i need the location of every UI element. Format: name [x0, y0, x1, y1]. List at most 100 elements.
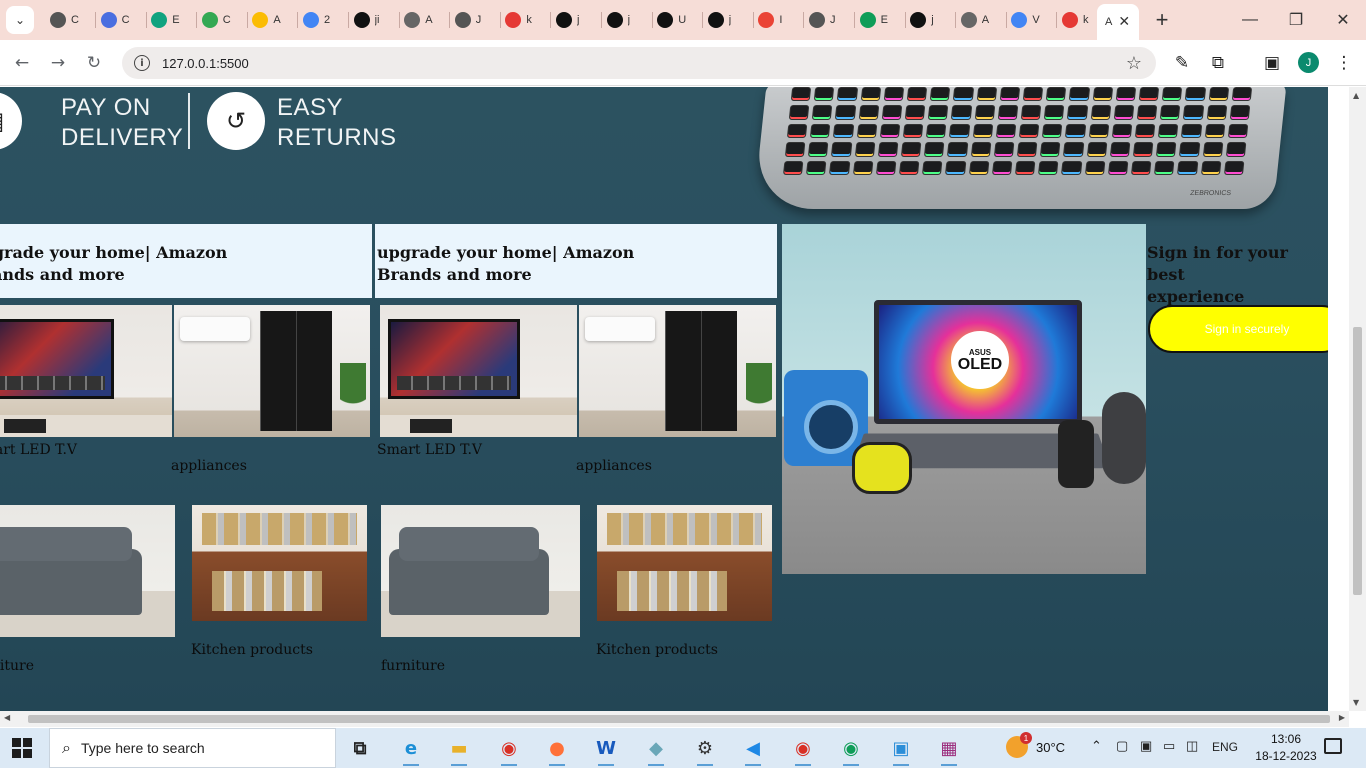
page-viewport: ▤ PAY ON DELIVERY ↺ EASY RETURNS ZEBRONI… [0, 87, 1328, 711]
new-tab-button[interactable]: + [1150, 7, 1174, 32]
scroll-left-icon[interactable]: ◀ [4, 713, 10, 722]
appliances-image[interactable] [174, 305, 370, 437]
network-icon[interactable]: ▣ [1140, 738, 1152, 754]
furniture-image[interactable] [381, 505, 580, 637]
tab-title: 2 [324, 14, 331, 26]
product-label[interactable]: Kitchen products [191, 642, 313, 658]
edge-icon[interactable]: e [396, 734, 426, 766]
scroll-up-icon[interactable]: ▲ [1353, 91, 1359, 100]
tab[interactable]: j [552, 8, 602, 32]
vertical-scrollbar[interactable]: ▲ ▼ [1349, 87, 1366, 711]
product-label[interactable]: furniture [0, 658, 34, 674]
tab[interactable]: k [501, 8, 552, 32]
tab-title: A [273, 14, 281, 26]
chrome-profile-1-icon[interactable]: ◉ [788, 734, 818, 766]
horizontal-scrollbar-thumb[interactable] [28, 715, 1330, 723]
reload-button[interactable]: ↻ [82, 51, 106, 75]
menu-icon[interactable]: ⋮ [1332, 51, 1356, 75]
firefox-icon[interactable]: ● [542, 734, 572, 766]
tab[interactable]: j [603, 8, 653, 32]
fitness-band-image [1058, 420, 1094, 488]
tab[interactable]: A [248, 8, 299, 32]
winrar-icon[interactable]: ▦ [934, 734, 964, 766]
tab[interactable]: V [1007, 8, 1058, 32]
tab[interactable]: j [906, 8, 957, 32]
tab[interactable]: E [147, 8, 198, 32]
info-icon[interactable]: i [134, 55, 150, 71]
tab[interactable]: J [805, 8, 855, 32]
product-label[interactable]: furniture [381, 658, 445, 674]
tab[interactable]: ji [350, 8, 400, 32]
chevron-up-icon[interactable]: ⌃ [1091, 738, 1102, 754]
tab[interactable]: A [957, 8, 1007, 32]
keyboard-brand: ZEBRONICS [1189, 190, 1232, 197]
scroll-down-icon[interactable]: ▼ [1353, 698, 1359, 707]
address-bar[interactable]: i 127.0.0.1:5500 ☆ [122, 47, 1156, 79]
weather-widget[interactable]: 1 30°C [1006, 732, 1065, 758]
chat-icon [252, 12, 269, 28]
photos-icon[interactable]: ▣ [886, 734, 916, 766]
tab[interactable]: J [451, 8, 501, 32]
task-view-icon[interactable]: ⧉ [345, 734, 375, 762]
chrome-profile-2-icon[interactable]: ◉ [836, 734, 866, 766]
product-label[interactable]: appliances [171, 458, 247, 474]
close-icon[interactable]: ✕ [1118, 14, 1130, 30]
settings-icon[interactable]: ⚙ [690, 734, 720, 766]
kitchen-image[interactable] [597, 505, 772, 621]
volume-icon[interactable]: ◫ [1186, 738, 1198, 754]
forward-button[interactable]: → [46, 51, 70, 75]
tab-active[interactable]: A ✕ [1097, 4, 1139, 40]
tab-search-button[interactable]: ⌄ [6, 6, 34, 34]
extensions-icon[interactable]: ⧉ [1206, 51, 1230, 75]
tab[interactable]: C [97, 8, 147, 32]
meet-now-icon[interactable]: ▢ [1116, 738, 1128, 754]
tab-title: A [425, 14, 433, 26]
system-clock[interactable]: 13:06 18-12-2023 [1246, 731, 1326, 765]
product-label[interactable]: Kitchen products [596, 642, 718, 658]
profile-avatar[interactable]: J [1298, 52, 1319, 73]
bookmark-star-icon[interactable]: ☆ [1126, 53, 1142, 74]
product-label[interactable]: Smart LED T.V [377, 442, 482, 458]
search-placeholder[interactable]: Type here to search [81, 740, 205, 756]
restore-button[interactable]: ❐ [1284, 8, 1308, 32]
tab[interactable]: E [856, 8, 906, 32]
scroll-right-icon[interactable]: ▶ [1339, 713, 1345, 722]
appliances-image[interactable] [579, 305, 776, 437]
tab[interactable]: A [400, 8, 451, 32]
product-label[interactable]: appliances [576, 458, 652, 474]
tab[interactable]: 2 [299, 8, 349, 32]
vertical-scrollbar-thumb[interactable] [1353, 327, 1362, 595]
taskbar-search[interactable]: ⌕ Type here to search [49, 728, 336, 768]
signin-button[interactable]: Sign in securely [1148, 305, 1328, 353]
vscode-icon[interactable]: ◀ [738, 734, 768, 766]
minimize-button[interactable]: — [1238, 8, 1262, 32]
windows-start-icon[interactable] [12, 738, 32, 758]
clock-date: 18-12-2023 [1255, 749, 1317, 763]
tab[interactable]: j [704, 8, 754, 32]
window-close-button[interactable]: ✕ [1331, 8, 1355, 32]
file-explorer-icon[interactable]: ▬ [444, 734, 474, 766]
back-button[interactable]: ← [10, 51, 34, 75]
product-label[interactable]: Smart LED T.V [0, 442, 77, 458]
tab[interactable]: C [198, 8, 248, 32]
word-icon[interactable]: W [591, 734, 621, 766]
tab-title: ji [374, 14, 380, 26]
url-text[interactable]: 127.0.0.1:5500 [162, 56, 249, 71]
pen-icon[interactable]: ✎ [1170, 51, 1194, 75]
furniture-image[interactable] [0, 505, 175, 637]
tab[interactable]: I [754, 8, 805, 32]
smart-tv-image[interactable] [380, 305, 577, 437]
language-indicator[interactable]: ENG [1212, 740, 1238, 754]
notification-center-icon[interactable] [1324, 738, 1342, 754]
tab[interactable]: C [46, 8, 96, 32]
chrome-icon[interactable]: ◉ [494, 734, 524, 766]
horizontal-scrollbar[interactable]: ◀ ▶ [0, 711, 1349, 727]
app-icon[interactable]: ◆ [641, 734, 671, 766]
tab-title: J [830, 14, 836, 26]
kitchen-image[interactable] [192, 505, 367, 621]
side-panel-icon[interactable]: ▣ [1260, 51, 1284, 75]
laptop-promo-image[interactable]: ASUS OLED [782, 224, 1146, 574]
tab[interactable]: U [653, 8, 704, 32]
battery-icon[interactable]: ▭ [1163, 738, 1175, 754]
smart-tv-image[interactable] [0, 305, 172, 437]
